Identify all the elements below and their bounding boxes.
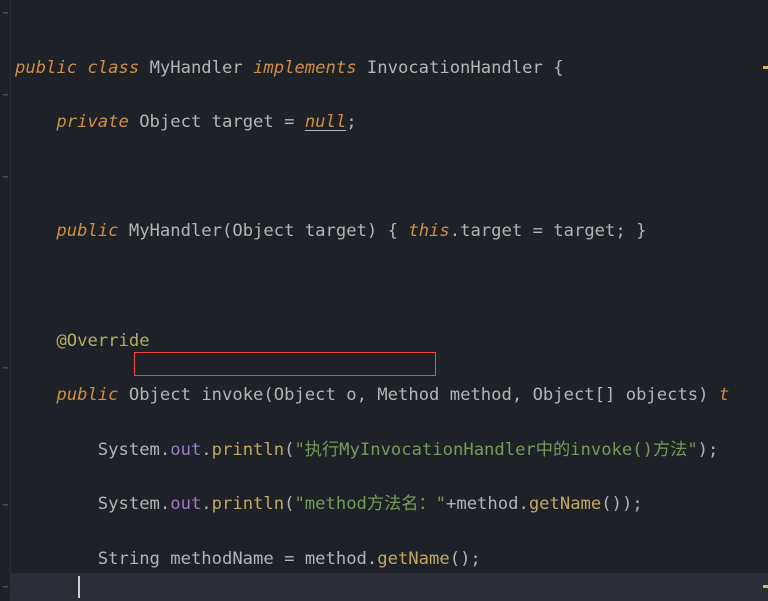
param-type: Method [377,385,439,405]
iface-name: InvocationHandler [367,58,543,78]
caret [78,576,80,598]
param-type: Object [274,385,336,405]
code-line[interactable]: private Object target = null; [11,109,768,136]
ident: System [98,494,160,514]
fold-toggle[interactable]: − [1,583,10,592]
kw-throws-truncated: t [719,385,729,405]
code-line[interactable]: System.out.println("method方法名："+method.g… [11,491,768,518]
ctor-name: MyHandler [129,221,222,241]
param-type: Object [533,385,595,405]
ident: method [305,549,367,569]
op-plus: + [446,494,456,514]
fn-getName: getName [529,494,601,514]
fold-toggle[interactable]: − [1,173,10,182]
kw-implements: implements [253,58,356,78]
fn-getName: getName [377,549,449,569]
param-type: Object [232,221,294,241]
kw-private: private [56,112,128,132]
var-name: methodName [170,549,273,569]
kw-class: class [87,58,139,78]
fold-toggle[interactable]: − [1,91,10,100]
field-name: target [212,112,274,132]
fold-toggle[interactable]: − [1,9,10,18]
code-editor[interactable]: − − − − − − public class MyHandler imple… [0,0,768,601]
string-literal: "执行MyInvocationHandler中的invoke()方法" [294,440,697,460]
annotation: @Override [56,331,149,351]
kw-public: public [56,385,118,405]
ident: System [98,440,160,460]
class-name: MyHandler [150,58,243,78]
fold-toggle[interactable]: − [1,364,10,373]
method-name: invoke [201,385,263,405]
param-name: o [346,385,356,405]
fn-println: println [212,440,284,460]
ident: method [456,494,518,514]
field-out: out [170,440,201,460]
gutter: − − − − − − [0,0,11,601]
fold-toggle[interactable]: − [1,501,10,510]
code-line[interactable]: public class MyHandler implements Invoca… [11,55,768,82]
kw-public: public [15,58,77,78]
param-name: method [450,385,512,405]
op-assign: = [284,549,294,569]
code-line[interactable]: System.out.println("执行MyInvocationHandle… [11,437,768,464]
field-out: out [170,494,201,514]
op-assign: = [284,112,294,132]
return-type: Object [129,385,191,405]
code-line[interactable]: String methodName = method.getName(); [11,546,768,573]
code-line[interactable] [11,164,768,191]
code-line[interactable] [11,273,768,300]
code-area[interactable]: public class MyHandler implements Invoca… [11,0,768,601]
code-line[interactable]: @Override [11,328,768,355]
kw-public: public [56,221,118,241]
null-literal: null [305,112,346,132]
param-name: target [305,221,367,241]
type: Object [139,112,201,132]
string-literal: "method方法名：" [294,494,446,514]
fn-println: println [212,494,284,514]
code-line[interactable]: public MyHandler(Object target) { this.t… [11,218,768,245]
param-name: objects [626,385,698,405]
code-line[interactable]: public Object invoke(Object o, Method me… [11,382,768,409]
type: String [98,549,160,569]
